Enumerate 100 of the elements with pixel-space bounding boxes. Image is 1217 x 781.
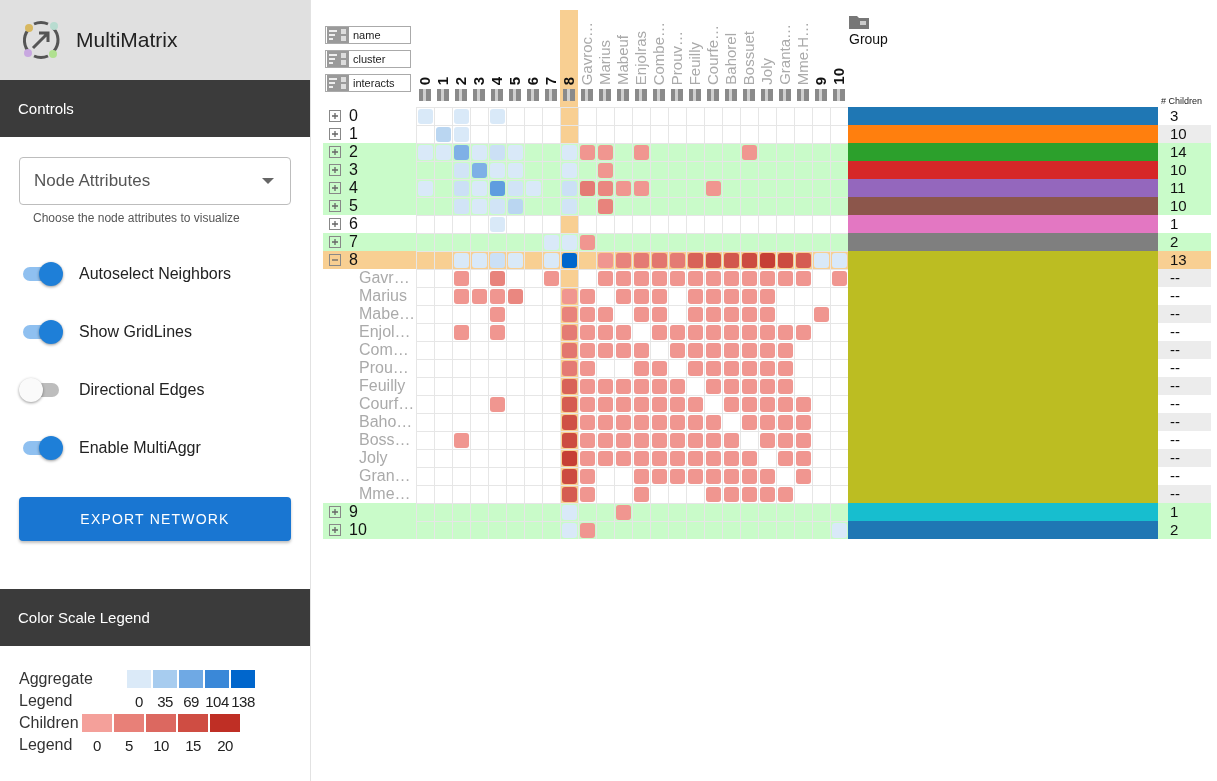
matrix-cell[interactable] — [579, 468, 595, 484]
matrix-cell[interactable] — [777, 450, 793, 466]
sort-icon[interactable] — [527, 89, 539, 101]
matrix-cell[interactable] — [489, 324, 505, 340]
matrix-cell[interactable] — [723, 270, 739, 286]
matrix-cell[interactable] — [723, 486, 739, 502]
matrix-cell[interactable] — [633, 360, 649, 376]
sort-icon[interactable] — [509, 89, 521, 101]
sort-icon[interactable] — [797, 89, 809, 101]
matrix-cell[interactable] — [615, 378, 631, 394]
matrix-cell[interactable] — [453, 324, 469, 340]
row-label[interactable]: 5 — [349, 197, 358, 215]
sort-icon[interactable] — [635, 89, 647, 101]
matrix-cell[interactable] — [705, 486, 721, 502]
matrix-cell[interactable] — [705, 324, 721, 340]
matrix-cell[interactable] — [489, 306, 505, 322]
column-label[interactable]: Joly — [758, 58, 776, 85]
matrix-cell[interactable] — [723, 342, 739, 358]
row-label[interactable]: Com… — [359, 341, 409, 359]
matrix-cell[interactable] — [687, 432, 703, 448]
matrix-cell[interactable] — [741, 450, 757, 466]
matrix-cell[interactable] — [417, 108, 433, 124]
column-label[interactable]: 9 — [812, 76, 830, 85]
matrix-cell[interactable] — [777, 342, 793, 358]
matrix-cell[interactable] — [795, 450, 811, 466]
matrix-cell[interactable] — [633, 486, 649, 502]
matrix-cell[interactable] — [705, 360, 721, 376]
sort-icon[interactable] — [725, 89, 737, 101]
row-label[interactable]: Gavr… — [359, 269, 410, 287]
matrix-cell[interactable] — [633, 306, 649, 322]
column-label[interactable]: Mme.H… — [794, 21, 812, 85]
matrix-cell[interactable] — [651, 414, 667, 430]
export-button[interactable]: EXPORT NETWORK — [19, 497, 291, 541]
matrix-cell[interactable] — [777, 414, 793, 430]
row-label[interactable]: Mabe… — [359, 305, 416, 323]
matrix-cell[interactable] — [741, 270, 757, 286]
row-label[interactable]: 4 — [349, 179, 358, 197]
row-label[interactable]: 10 — [349, 521, 367, 539]
matrix-cell[interactable] — [453, 288, 469, 304]
matrix-cell[interactable] — [489, 108, 505, 124]
column-label[interactable]: 7 — [542, 76, 560, 85]
matrix-cell[interactable] — [597, 378, 613, 394]
matrix-cell[interactable] — [633, 468, 649, 484]
matrix-cell[interactable] — [759, 378, 775, 394]
column-label[interactable]: 0 — [416, 76, 434, 85]
matrix-cell[interactable] — [615, 324, 631, 340]
matrix-cell[interactable] — [723, 378, 739, 394]
matrix-cell[interactable] — [723, 468, 739, 484]
matrix-cell[interactable] — [669, 324, 685, 340]
matrix-cell[interactable] — [705, 306, 721, 322]
matrix-cell[interactable] — [723, 450, 739, 466]
matrix-cell[interactable] — [633, 396, 649, 412]
matrix-cell[interactable] — [777, 486, 793, 502]
matrix-cell[interactable] — [597, 450, 613, 466]
matrix-cell[interactable] — [615, 396, 631, 412]
expand-icon[interactable] — [329, 236, 341, 248]
sort-button[interactable]: name — [325, 26, 411, 44]
matrix-cell[interactable] — [741, 378, 757, 394]
matrix-cell[interactable] — [777, 270, 793, 286]
expand-icon[interactable] — [329, 524, 341, 536]
matrix-cell[interactable] — [453, 108, 469, 124]
matrix-cell[interactable] — [669, 396, 685, 412]
row-label[interactable]: 9 — [349, 503, 358, 521]
matrix-cell[interactable] — [669, 468, 685, 484]
column-label[interactable]: Granta… — [776, 24, 794, 85]
matrix-cell[interactable] — [579, 324, 595, 340]
matrix-cell[interactable] — [435, 126, 451, 142]
column-label[interactable]: 2 — [452, 76, 470, 85]
row-label[interactable]: 8 — [349, 251, 358, 269]
matrix-cell[interactable] — [489, 396, 505, 412]
column-label[interactable]: 1 — [434, 76, 452, 85]
matrix-cell[interactable] — [795, 396, 811, 412]
matrix-cell[interactable] — [651, 468, 667, 484]
sort-icon[interactable] — [707, 89, 719, 101]
matrix-cell[interactable] — [759, 360, 775, 376]
matrix-cell[interactable] — [651, 324, 667, 340]
column-label[interactable]: Combe… — [650, 21, 668, 85]
matrix-cell[interactable] — [723, 432, 739, 448]
column-label[interactable]: 6 — [524, 76, 542, 85]
column-label[interactable]: Bossuet — [740, 30, 758, 85]
matrix-cell[interactable] — [669, 414, 685, 430]
select-field[interactable]: Node Attributes — [19, 157, 291, 205]
row-label[interactable]: 3 — [349, 161, 358, 179]
matrix-cell[interactable] — [723, 288, 739, 304]
matrix-cell[interactable] — [579, 288, 595, 304]
sort-icon[interactable] — [689, 89, 701, 101]
matrix-cell[interactable] — [651, 270, 667, 286]
matrix-cell[interactable] — [597, 324, 613, 340]
toggle-switch[interactable] — [19, 378, 61, 402]
matrix-cell[interactable] — [633, 432, 649, 448]
matrix-cell[interactable] — [741, 306, 757, 322]
column-label[interactable]: Prouv… — [668, 30, 686, 85]
matrix-cell[interactable] — [597, 396, 613, 412]
matrix-cell[interactable] — [759, 396, 775, 412]
column-label[interactable]: Courfe… — [704, 24, 722, 85]
matrix-cell[interactable] — [633, 450, 649, 466]
sort-icon[interactable] — [455, 89, 467, 101]
column-label[interactable]: Enjolras — [632, 30, 650, 85]
sort-icon[interactable] — [671, 89, 683, 101]
matrix-cell[interactable] — [597, 432, 613, 448]
